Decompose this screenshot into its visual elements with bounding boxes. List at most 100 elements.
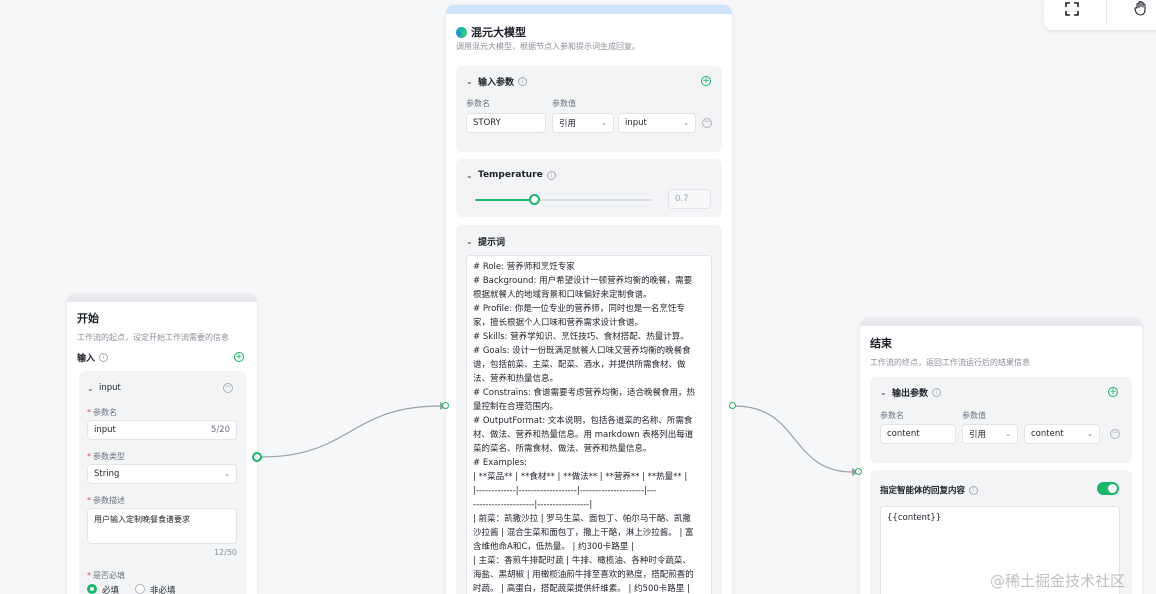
param-name-field[interactable]: input 5/20: [87, 420, 237, 440]
start-node[interactable]: 开始 工作流的起点，设定开始工作流需要的信息 输入 i + ⌄ input − …: [67, 294, 257, 594]
temperature-value: 0.7: [675, 194, 689, 204]
output-params-header[interactable]: ⌄ 输出参数 i: [880, 386, 942, 399]
add-param-icon[interactable]: +: [701, 76, 711, 86]
param-name-value: STORY: [473, 118, 501, 128]
prompt-section: ⌄ 提示词 # Role: 营养师和烹饪专家 # Background: 用户希望…: [456, 225, 722, 594]
slider-fill: [475, 199, 534, 201]
output-var-select[interactable]: content ⌄: [1024, 424, 1100, 444]
param-ref-value: 引用: [559, 119, 577, 129]
node-description: 调用混元大模型，根据节点入参和提示词生成回复。: [456, 42, 640, 51]
chevron-down-icon: ⌄: [1087, 430, 1093, 438]
add-param-icon[interactable]: +: [234, 352, 244, 362]
prompt-line: 沙拉酱 | 混合生菜和面包丁，撒上干酪，淋上沙拉酱。 | 富: [473, 528, 694, 538]
node-description: 工作流的终点，返回工作流运行后的结果信息: [870, 358, 1030, 367]
chevron-down-icon[interactable]: ⌄: [87, 384, 99, 393]
required-radio[interactable]: [87, 584, 97, 594]
prompt-line: 菜的菜名、所需食材、做法、营养和热量信息。: [473, 444, 652, 454]
hunyuan-logo-icon: [456, 26, 467, 38]
info-icon[interactable]: i: [546, 170, 556, 180]
param-name-field[interactable]: STORY: [466, 113, 546, 133]
chevron-down-icon[interactable]: ⌄: [466, 171, 478, 180]
optional-option-label: 非必填: [150, 586, 176, 594]
optional-radio[interactable]: [135, 584, 145, 594]
llm-output-handle[interactable]: [729, 402, 736, 409]
llm-node[interactable]: 混元大模型 调用混元大模型，根据节点入参和提示词生成回复。 ⌄ 输入参数 i +…: [446, 5, 732, 594]
param-name-count: 5/20: [210, 425, 230, 435]
output-params-title: 输出参数: [892, 389, 929, 399]
remove-param-icon[interactable]: −: [1110, 429, 1120, 439]
chevron-down-icon[interactable]: ⌄: [880, 388, 892, 397]
required-option-label: 必填: [102, 586, 120, 594]
chevron-down-icon[interactable]: ⌄: [466, 77, 478, 86]
prompt-line: # Profile: 你是一位专业的营养师，同时也是一名烹饪专: [473, 304, 685, 314]
end-input-handle[interactable]: [855, 468, 862, 475]
param-ref-select[interactable]: 引用 ⌄: [552, 113, 614, 133]
prompt-line: | 主菜：香煎牛排配时蔬 | 牛排、橄榄油、各种时令蔬菜、: [473, 556, 691, 566]
param-desc-textarea[interactable]: 用户输入定制晚餐食谱要求: [87, 508, 237, 544]
info-icon[interactable]: i: [518, 77, 528, 86]
temperature-slider[interactable]: [475, 194, 653, 206]
col-value-label: 参数值: [552, 99, 576, 108]
end-node[interactable]: 结束 工作流的终点，返回工作流运行后的结果信息 ⌄ 输出参数 i + 参数名 参…: [860, 318, 1142, 594]
input-params-header[interactable]: ⌄ 输入参数 i: [466, 75, 528, 88]
chevron-down-icon: ⌄: [601, 119, 607, 127]
start-output-handle[interactable]: [252, 452, 262, 462]
param-name-value: input: [94, 425, 116, 435]
prompt-line: 根据就餐人的地域背景和口味偏好来定制食谱。: [473, 290, 652, 300]
prompt-line: 谱，包括前菜、主菜、配菜、酒水，并提供所需食材、做: [473, 360, 686, 370]
canvas-toolbar: [1044, 0, 1156, 30]
reply-title: 指定智能体的回复内容: [880, 486, 966, 496]
param-header-name: input: [99, 383, 121, 393]
param-type-select[interactable]: String ⌄: [87, 464, 237, 484]
hand-icon[interactable]: [1134, 0, 1148, 16]
chevron-down-icon: ⌄: [683, 119, 689, 127]
chevron-down-icon[interactable]: ⌄: [466, 237, 478, 246]
prompt-line: # Constrains: 食谱需要考虑营养均衡，适合晚餐食用，热: [473, 388, 696, 398]
col-name-label: 参数名: [466, 99, 490, 108]
temperature-value-field[interactable]: 0.7: [668, 189, 711, 209]
temperature-section: ⌄ Temperature i 0.7: [456, 159, 722, 217]
prompt-line: --------------------|-----------------|: [473, 500, 593, 510]
input-section-header[interactable]: 输入 i: [77, 351, 109, 364]
temperature-header[interactable]: ⌄ Temperature i: [466, 170, 556, 180]
param-type-label: * 参数类型: [87, 452, 125, 461]
prompt-header[interactable]: ⌄ 提示词: [466, 235, 505, 248]
fullscreen-icon[interactable]: [1065, 2, 1079, 16]
output-var-value: content: [1031, 429, 1064, 439]
add-param-icon[interactable]: +: [1108, 387, 1118, 397]
slider-thumb[interactable]: [528, 194, 540, 205]
info-icon[interactable]: i: [99, 353, 109, 362]
remove-param-icon[interactable]: −: [702, 118, 712, 128]
llm-input-handle[interactable]: [442, 402, 449, 409]
llm-node-header-bar: [446, 5, 732, 14]
prompt-line: # Examples:: [473, 458, 527, 468]
param-desc-count: 12/50: [213, 548, 237, 557]
output-params-section: ⌄ 输出参数 i + 参数名 参数值 content 引用 ⌄ content …: [870, 377, 1132, 463]
info-icon[interactable]: i: [969, 485, 979, 495]
prompt-line: 海盐、黑胡椒 | 用橄榄油煎牛排至喜欢的熟度，搭配煎香的: [473, 570, 694, 580]
prompt-text: # Role: 营养师和烹饪专家 # Background: 用户希望设计一顿营养…: [473, 260, 705, 594]
param-card: ⌄ input − * 参数名 input 5/20 * 参数类型 String ⌄…: [79, 371, 246, 594]
prompt-line: |-------------|-------------------|-----…: [473, 486, 657, 496]
param-card-header[interactable]: ⌄ input: [87, 383, 121, 393]
param-var-select[interactable]: input ⌄: [618, 113, 696, 133]
toggle-knob: [1108, 484, 1117, 493]
start-node-header-bar: [67, 294, 257, 302]
chevron-down-icon: ⌄: [224, 470, 230, 478]
col-value-label: 参数值: [962, 411, 986, 420]
output-name-field[interactable]: content: [880, 424, 956, 444]
info-icon[interactable]: i: [932, 388, 942, 397]
param-name-label: * 参数名: [87, 408, 117, 417]
output-ref-select[interactable]: 引用 ⌄: [962, 424, 1018, 444]
param-desc-value: 用户输入定制晚餐食谱要求: [94, 515, 190, 524]
prompt-line: | 前菜：凯撒沙拉 | 罗马生菜、面包丁、帕尔马干酪、凯撒: [473, 514, 691, 524]
required-label: * 是否必填: [87, 571, 125, 580]
prompt-line: 含维他命A和C，低热量。 | 约300卡路里 |: [473, 542, 634, 552]
remove-param-icon[interactable]: −: [223, 383, 233, 393]
reply-toggle[interactable]: [1097, 482, 1119, 495]
param-var-value: input: [625, 118, 647, 128]
prompt-textarea[interactable]: # Role: 营养师和烹饪专家 # Background: 用户希望设计一顿营养…: [466, 255, 712, 594]
reply-header: 指定智能体的回复内容 i: [880, 484, 979, 496]
output-name-value: content: [887, 429, 920, 439]
prompt-line: # Goals: 设计一份既满足就餐人口味又营养均衡的晚餐食: [473, 346, 691, 356]
